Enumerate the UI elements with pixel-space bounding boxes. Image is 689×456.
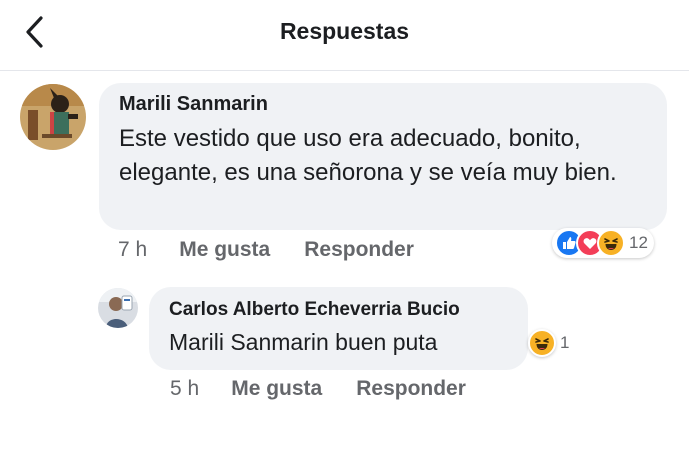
reply-time[interactable]: 5 h <box>170 377 199 401</box>
reply-button[interactable]: Responder <box>356 377 466 401</box>
reply-button[interactable]: Responder <box>304 238 414 262</box>
replies-page: Respuestas Marili Sanmarin Este vestido … <box>0 0 689 456</box>
comment-author[interactable]: Marili Sanmarin <box>119 93 647 116</box>
reply-bubble[interactable]: Carlos Alberto Echeverria Bucio Marili S… <box>149 287 528 370</box>
page-title: Respuestas <box>279 18 410 44</box>
comment-time[interactable]: 7 h <box>118 238 147 262</box>
like-button[interactable]: Me gusta <box>179 238 270 262</box>
like-button[interactable]: Me gusta <box>231 377 322 401</box>
reaction-summary[interactable]: 12 <box>552 228 654 258</box>
comment-bubble[interactable]: Marili Sanmarin Este vestido que uso era… <box>99 83 667 230</box>
reply-actions: 5 h Me gusta Responder <box>170 377 466 401</box>
reaction-count: 1 <box>560 333 570 352</box>
haha-icon <box>528 329 556 357</box>
reply-reaction-summary[interactable]: 1 <box>528 328 569 358</box>
header-bar: Respuestas <box>0 0 689 71</box>
comment-actions: 7 h Me gusta Responder <box>118 238 414 262</box>
reaction-count: 12 <box>629 233 648 252</box>
avatar-carlos[interactable] <box>98 288 138 328</box>
reply-author[interactable]: Carlos Alberto Echeverria Bucio <box>169 299 510 321</box>
reply-text: Marili Sanmarin buen puta <box>169 329 438 355</box>
comment-text: Este vestido que uso era adecuado, bonit… <box>119 125 617 186</box>
haha-icon <box>597 229 625 257</box>
avatar-marili[interactable] <box>20 84 86 150</box>
